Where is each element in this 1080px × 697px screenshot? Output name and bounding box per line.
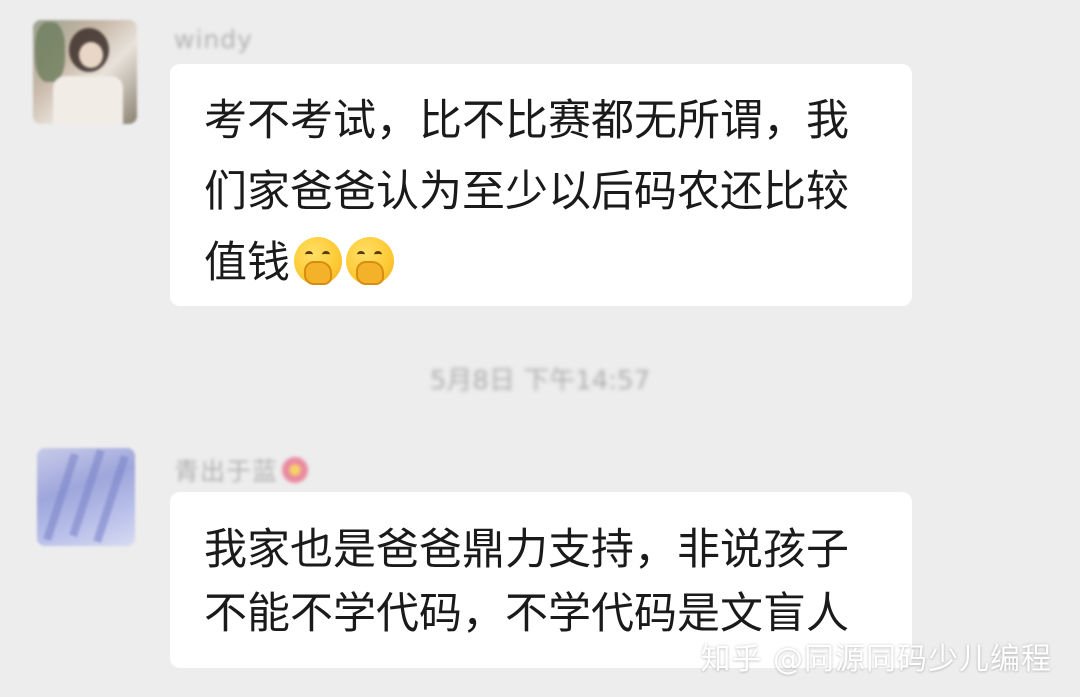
avatar-body-shape [53, 76, 123, 124]
sender-name: windy [174, 25, 253, 54]
sender-name: 青出于蓝 [174, 457, 279, 486]
avatar[interactable] [37, 448, 135, 546]
emoji-hand-shape [304, 261, 332, 285]
message-line: 们家爸爸认为至少以后码农还比较 [204, 167, 849, 217]
watermark: 知乎 @同源同码少儿编程 [700, 642, 1052, 677]
hand-over-mouth-emoji-icon [346, 237, 394, 285]
avatar-plant-shape [35, 22, 65, 82]
chat-timestamp: 5月8日 下午14:57 [429, 366, 651, 396]
sender-name-row: 青出于蓝 [174, 452, 309, 488]
message-line: 我家也是爸爸鼎力支持，非说孩子 [204, 525, 849, 575]
flower-icon [282, 457, 309, 483]
emoji-hand-shape [356, 261, 384, 285]
message-line-text: 值钱 [204, 238, 290, 288]
message-line: 考不考试，比不比赛都无所谓，我 [204, 96, 849, 146]
avatar-face-shape [79, 42, 103, 68]
avatar[interactable] [33, 20, 137, 124]
message-line-with-emoji: 值钱 [204, 228, 884, 299]
message-bubble[interactable]: 考不考试，比不比赛都无所谓，我 们家爸爸认为至少以后码农还比较 值钱 [170, 64, 912, 306]
hand-over-mouth-emoji-icon [294, 237, 342, 285]
